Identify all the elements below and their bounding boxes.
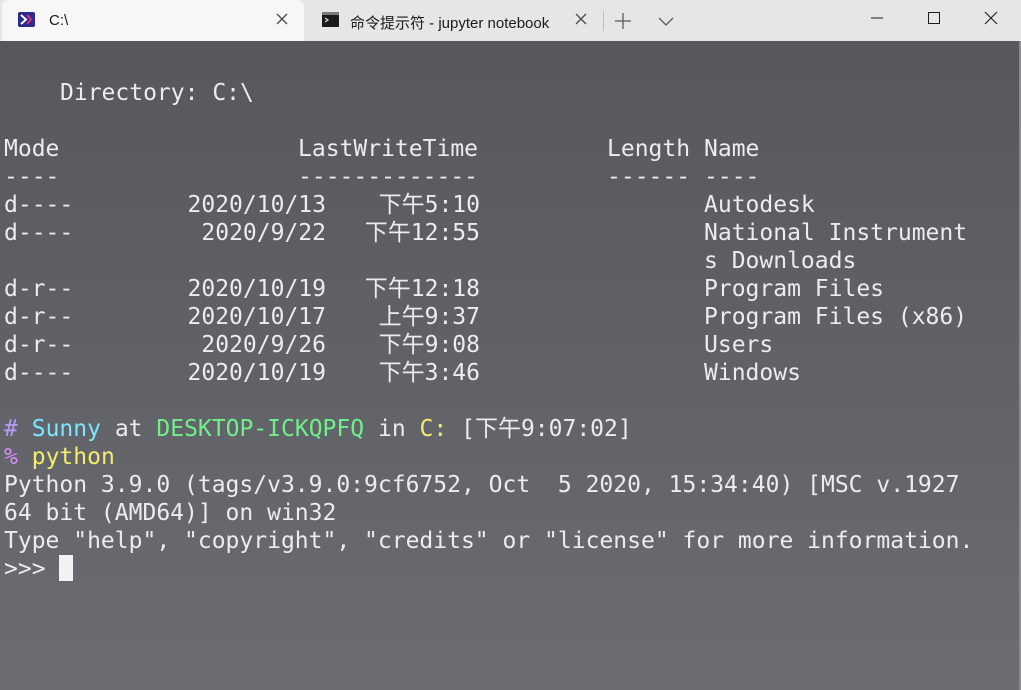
row-name: Program Files (x86) (704, 304, 968, 330)
close-tab-icon[interactable] (572, 10, 590, 28)
row-name: Users (704, 332, 774, 358)
row-mode: d-r-- (4, 304, 74, 330)
tab-label: C:\ (49, 12, 69, 29)
prompt-timestamp: [下午9:07:02] (461, 416, 632, 442)
prompt-hash: # (4, 416, 18, 442)
row-date: 2020/10/19 (187, 360, 326, 386)
row-time: 下午9:08 (378, 332, 480, 358)
prompt-at: at (114, 416, 143, 442)
minimize-button[interactable] (848, 0, 906, 36)
python-banner-line: 64 bit (AMD64)] on win32 (4, 500, 337, 526)
chevron-down-icon[interactable] (655, 12, 677, 30)
directory-line: Directory: C:\ (60, 80, 254, 106)
title-bar: C:\ 命令提示符 - jupyter notebook (0, 0, 1021, 41)
row-mode: d-r-- (4, 276, 74, 302)
divider-name: ---- (704, 164, 760, 190)
prompt-symbol: % (4, 444, 18, 470)
tab-command-prompt[interactable]: 命令提示符 - jupyter notebook (306, 0, 602, 41)
row-mode: d---- (4, 360, 74, 386)
header-name: Name (704, 136, 760, 162)
prompt-drive: C: (419, 416, 448, 442)
row-name: Program Files (704, 276, 885, 302)
command-line: % python (4, 443, 115, 471)
row-mode: d---- (4, 192, 74, 218)
prompt-in: in (377, 416, 406, 442)
row-time: 下午3:46 (378, 360, 480, 386)
row-time: 下午12:55 (364, 220, 480, 246)
terminal-output[interactable]: Directory: C:\ Mode LastWriteTime Length… (0, 41, 1021, 690)
close-window-button[interactable] (962, 0, 1020, 36)
minimize-icon (871, 17, 883, 19)
row-name: Autodesk (704, 192, 815, 218)
row-date: 2020/10/19 (187, 276, 326, 302)
tab-separator (603, 11, 604, 31)
command-text: python (31, 444, 115, 470)
row-name: National Instrument s Downloads (704, 220, 968, 274)
row-mode: d-r-- (4, 332, 74, 358)
python-help-line: Type "help", "copyright", "credits" or "… (4, 528, 974, 554)
row-time: 下午5:10 (378, 192, 480, 218)
row-time: 下午12:18 (364, 276, 480, 302)
powershell-icon (18, 12, 35, 27)
row-date: 2020/10/17 (187, 304, 326, 330)
prompt-host: DESKTOP-ICKQPFQ (156, 416, 365, 442)
maximize-icon (928, 12, 940, 24)
divider-lastwritetime: ------------- (298, 164, 479, 190)
divider-mode: ---- (4, 164, 60, 190)
row-time: 上午9:37 (378, 304, 480, 330)
text-cursor (59, 555, 73, 581)
row-name: Windows (704, 360, 801, 386)
tab-label: 命令提示符 - jupyter notebook (350, 15, 550, 32)
tab-powershell[interactable]: C:\ (2, 0, 304, 41)
row-mode: d---- (4, 220, 74, 246)
close-tab-icon[interactable] (273, 10, 291, 28)
header-lastwritetime: LastWriteTime (298, 136, 479, 162)
repl-prompt: >>> (4, 556, 60, 582)
cmd-icon (322, 12, 339, 27)
python-banner-line: Python 3.9.0 (tags/v3.9.0:9cf6752, Oct 5… (4, 472, 960, 498)
new-tab-plus-icon[interactable] (612, 10, 634, 32)
prompt-line: # Sunny at DESKTOP-ICKQPFQ in C: [下午9:07… (4, 415, 632, 443)
maximize-button[interactable] (905, 0, 963, 36)
prompt-user: Sunny (31, 416, 101, 442)
header-length: Length (607, 136, 691, 162)
divider-length: ------ (607, 164, 691, 190)
close-icon (984, 11, 998, 25)
header-mode: Mode (4, 136, 60, 162)
row-date: 2020/10/13 (187, 192, 326, 218)
row-date: 2020/9/26 (201, 332, 326, 358)
row-date: 2020/9/22 (201, 220, 326, 246)
